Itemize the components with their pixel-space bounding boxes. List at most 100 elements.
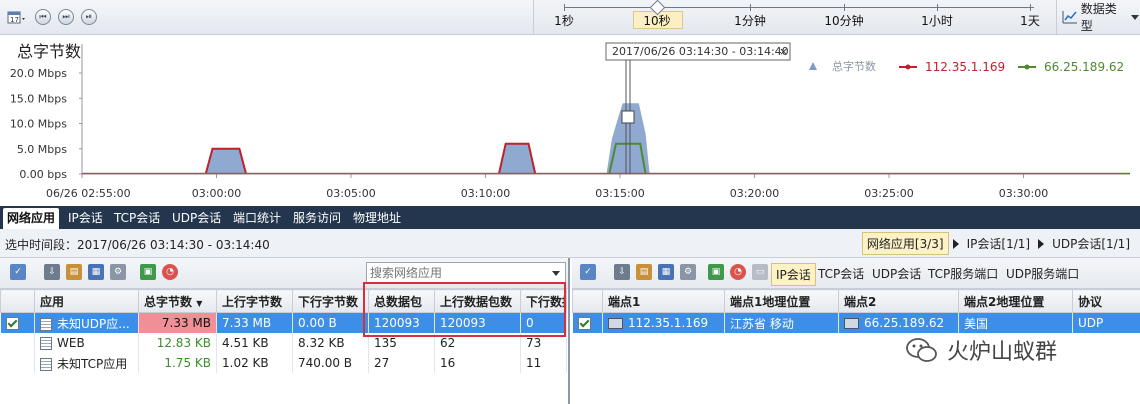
checkbox[interactable]: [577, 317, 591, 330]
cell-total-bytes: 12.83 KB: [138, 333, 217, 353]
scale-label[interactable]: 1天: [1020, 12, 1040, 29]
table-row[interactable]: 112.35.1.169 江苏省 移动 66.25.189.62 美国 UDP: [572, 312, 1140, 333]
subtab-udp-sessions[interactable]: UDP会话: [872, 265, 921, 282]
column-header[interactable]: 端点1地理位置: [724, 289, 839, 313]
y-axis: 0.00 bps 5.0 Mbps 10.0 Mbps 15.0 Mbps 20.0 M…: [10, 67, 82, 181]
top-filter-icon[interactable]: ✓: [580, 264, 596, 280]
tab-tcp-sessions[interactable]: TCP会话: [110, 208, 164, 229]
chart-title: 总字节数: [17, 42, 81, 61]
computer-icon: [608, 318, 623, 329]
search-apps-box[interactable]: [366, 262, 566, 284]
breadcrumb-udp-sessions[interactable]: UDP会话[1/1]: [1048, 233, 1134, 254]
chevron-down-icon[interactable]: [552, 270, 560, 276]
tab-port-stats[interactable]: 端口统计: [229, 208, 285, 229]
main-tab-bar: 网络应用 IP会话 TCP会话 UDP会话 端口统计 服务访问 物理地址: [0, 206, 1140, 229]
scale-label[interactable]: 1小时: [921, 12, 953, 29]
wechat-icon: [906, 338, 937, 362]
cell-endpoint2-text: 66.25.189.62: [864, 316, 945, 330]
x-tick-label: 03:30:00: [999, 187, 1048, 200]
breadcrumb-ip-sessions[interactable]: IP会话[1/1]: [963, 233, 1034, 254]
search-apps-input[interactable]: [367, 265, 552, 281]
printer-icon[interactable]: ▭: [752, 264, 768, 280]
scale-label[interactable]: 1秒: [554, 12, 574, 29]
column-header[interactable]: 上行字节数: [216, 289, 293, 313]
subtab-udp-service-ports[interactable]: UDP服务端口: [1006, 265, 1079, 282]
pie-chart-icon[interactable]: ◔: [162, 264, 178, 280]
subtab-tcp-service-ports[interactable]: TCP服务端口: [928, 265, 998, 282]
settings-icon[interactable]: ⚙: [110, 264, 126, 280]
scale-label-selected[interactable]: 10秒: [643, 12, 670, 29]
checkbox[interactable]: [5, 317, 19, 330]
tab-service-access[interactable]: 服务访问: [289, 208, 345, 229]
folder-icon[interactable]: ▤: [66, 264, 82, 280]
settings-icon[interactable]: ⚙: [680, 264, 696, 280]
row-checkbox-cell: [0, 353, 35, 373]
row-checkbox-cell[interactable]: [0, 312, 35, 333]
cell-app-text: 未知UDP应...: [57, 316, 130, 331]
skip-back-icon[interactable]: ⏮: [32, 6, 54, 28]
scale-label[interactable]: 1分钟: [734, 12, 766, 29]
column-header[interactable]: 应用: [34, 289, 139, 313]
cell-down-bytes: 740.00 B: [292, 353, 369, 373]
data-type-button[interactable]: 数据类型: [1058, 0, 1140, 34]
breadcrumb-network-apps[interactable]: 网络应用[3/3]: [861, 232, 949, 255]
x-tick-label: 03:05:00: [326, 187, 375, 200]
top-filter-icon[interactable]: ✓: [10, 264, 26, 280]
column-header[interactable]: 下行字节数: [292, 289, 369, 313]
cell-total-packets: 27: [368, 353, 435, 373]
bytes-chart[interactable]: 总字节数 0.00 bps 5.0 Mbps 10.0 Mbps 15.0 Mbps 2…: [0, 34, 1140, 206]
tab-mac-address[interactable]: 物理地址: [349, 208, 405, 229]
tooltip-text: 2017/06/26 03:14:30 - 03:14:40: [612, 45, 789, 58]
table-view-icon[interactable]: ▣: [140, 264, 156, 280]
column-header-label: 总字节数: [144, 294, 193, 309]
time-scale-slider[interactable]: 1秒 10秒 1分钟 10分钟 1小时 1天: [533, 0, 1057, 34]
cell-down-bytes: 0.00 B: [292, 312, 369, 333]
x-tick-label: 03:00:00: [192, 187, 241, 200]
column-header-sorted[interactable]: 总字节数 ▼: [138, 289, 217, 313]
table-row[interactable]: 未知TCP应用 1.75 KB 1.02 KB 740.00 B 27 16 1…: [0, 353, 567, 373]
cell-app: 未知UDP应...: [34, 312, 139, 333]
column-header[interactable]: 端点2: [838, 289, 959, 313]
arrow-right-icon: [952, 238, 959, 249]
row-checkbox-cell[interactable]: [572, 312, 603, 333]
column-header[interactable]: 协议: [1072, 289, 1140, 313]
scale-tick: [564, 4, 565, 11]
legend: 总字节数 112.35.1.169 66.25.189.62: [809, 59, 1124, 74]
tab-udp-sessions[interactable]: UDP会话: [168, 208, 225, 229]
x-tick-label: 06/26 02:55:00: [46, 187, 131, 200]
report-icon[interactable]: ▦: [88, 264, 104, 280]
table-view-icon[interactable]: ▣: [708, 264, 724, 280]
watermark: 火炉山蚁群: [905, 334, 1057, 366]
subtab-ip-sessions[interactable]: IP会话: [771, 263, 816, 286]
report-icon[interactable]: ▦: [658, 264, 674, 280]
app-icon: [40, 317, 52, 331]
x-tick-label: 03:10:00: [461, 187, 510, 200]
sessions-toolbar: ✓ ⇩ ▤ ▦ ⚙ ▣ ◔ ▭ IP会话 TCP会话 UDP会话 TCP服务端口…: [572, 258, 1140, 289]
skip-forward-icon[interactable]: ⏭: [55, 6, 77, 28]
calendar-icon[interactable]: 17: [6, 6, 28, 28]
y-tick-label: 20.0 Mbps: [10, 67, 67, 80]
column-header[interactable]: 端点2地理位置: [958, 289, 1073, 313]
x-tick-label: 03:15:00: [595, 187, 644, 200]
tab-ip-sessions[interactable]: IP会话: [64, 208, 107, 229]
column-header-check: [572, 289, 603, 313]
column-header-check: [0, 289, 35, 313]
x-tick-label: 03:20:00: [730, 187, 779, 200]
series-marks: [82, 103, 1130, 175]
tab-network-apps[interactable]: 网络应用: [3, 208, 60, 229]
cell-endpoint2-geo: 美国: [958, 312, 1073, 333]
computer-icon: [844, 318, 859, 329]
close-icon[interactable]: ×: [779, 45, 788, 58]
folder-icon[interactable]: ▤: [636, 264, 652, 280]
sort-desc-icon: ▼: [196, 298, 203, 308]
scale-label[interactable]: 10分钟: [824, 12, 863, 29]
pie-chart-icon[interactable]: ◔: [730, 264, 746, 280]
legend-label-ip2: 66.25.189.62: [1044, 60, 1124, 74]
export-icon[interactable]: ⇩: [614, 264, 630, 280]
export-icon[interactable]: ⇩: [44, 264, 60, 280]
play-pause-icon[interactable]: ⏯: [78, 6, 100, 28]
cell-app: WEB: [34, 333, 139, 353]
subtab-tcp-sessions[interactable]: TCP会话: [818, 265, 864, 282]
cell-total-bytes: 7.33 MB: [138, 312, 217, 333]
column-header[interactable]: 端点1: [602, 289, 725, 313]
